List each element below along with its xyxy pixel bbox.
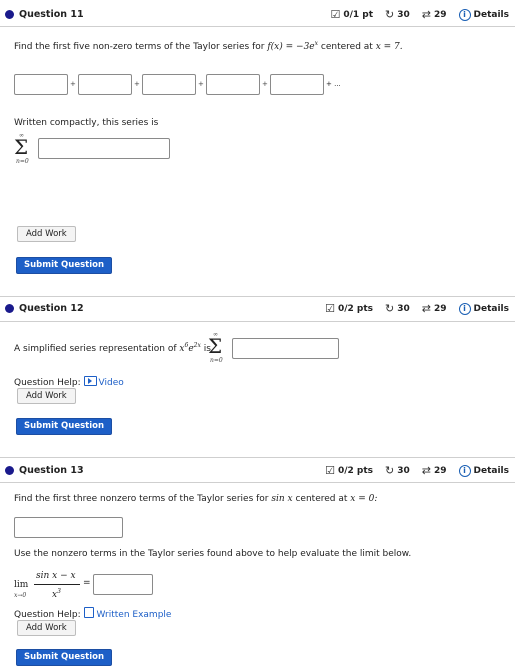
add-work-button[interactable]: Add Work — [17, 226, 76, 242]
redo-icon: ↻ — [385, 8, 395, 21]
sync-arrows-icon: ⇄ — [421, 8, 431, 21]
question-bullet-icon — [5, 10, 14, 19]
series-answer-input[interactable] — [232, 338, 339, 359]
details-link[interactable]: Details — [474, 10, 509, 20]
question-help: Question Help: Video — [14, 376, 124, 388]
redo-icon: ↻ — [385, 302, 395, 315]
equals-sign: = — [83, 578, 91, 588]
question-meta: ☑ 0/2 pts ↻ 30 ⇄ 29 i Details — [325, 464, 509, 477]
limit-subscript: x→0 — [14, 592, 27, 599]
add-work-button[interactable]: Add Work — [17, 388, 76, 404]
add-work-button[interactable]: Add Work — [17, 620, 76, 636]
plus-sign: + — [70, 80, 76, 88]
sigma-icon: Σ — [208, 334, 223, 358]
sum-lower: n=0 — [210, 357, 223, 364]
answer-term-2[interactable] — [78, 74, 132, 95]
clipboard-check-icon: ☑ — [325, 302, 335, 315]
question-prompt: Find the first five non-zero terms of th… — [14, 40, 403, 52]
question-11-header: Question 11 ☑ 0/1 pt ↻ 30 ⇄ 29 i Details — [0, 5, 515, 25]
plus-sign: + — [134, 80, 140, 88]
clipboard-check-icon: ☑ — [330, 8, 341, 21]
sigma-icon: Σ — [14, 135, 29, 159]
score-label: 0/2 pts — [337, 465, 374, 476]
question-title: Question 12 — [19, 303, 84, 314]
divider — [0, 482, 515, 483]
limit-answer-input[interactable] — [93, 574, 153, 595]
answer-term-3[interactable] — [142, 74, 196, 95]
video-icon — [83, 376, 97, 386]
submit-question-button[interactable]: Submit Question — [16, 257, 113, 274]
submit-question-button[interactable]: Submit Question — [16, 418, 113, 435]
attempts-count: 29 — [433, 303, 447, 314]
question-prompt: A simplified series representation of x6… — [14, 342, 211, 354]
question-bullet-icon — [5, 304, 14, 313]
question-meta: ☑ 0/2 pts ↻ 30 ⇄ 29 i Details — [325, 302, 509, 315]
info-icon[interactable]: i — [458, 8, 471, 21]
divider — [0, 26, 515, 27]
ellipsis: + ... — [326, 80, 341, 88]
attempts-count: 29 — [433, 465, 447, 476]
question-prompt: Find the first three nonzero terms of th… — [14, 494, 378, 504]
plus-sign: + — [262, 80, 268, 88]
question-bullet-icon — [5, 466, 14, 475]
answer-term-5[interactable] — [270, 74, 324, 95]
info-icon[interactable]: i — [458, 302, 471, 315]
answer-term-4[interactable] — [206, 74, 260, 95]
info-icon[interactable]: i — [458, 464, 471, 477]
series-answer-input[interactable] — [38, 138, 170, 159]
plus-sign: + — [198, 80, 204, 88]
video-link[interactable]: Video — [83, 376, 124, 388]
retries-count: 30 — [397, 9, 410, 20]
details-link[interactable]: Details — [474, 304, 509, 314]
redo-icon: ↻ — [385, 464, 395, 477]
attempts-count: 29 — [433, 9, 447, 20]
question-title: Question 11 — [19, 9, 84, 20]
details-link[interactable]: Details — [474, 466, 509, 476]
divider — [0, 296, 515, 297]
fraction-denominator: x3 — [52, 588, 61, 600]
limit-label: lim — [14, 580, 29, 590]
clipboard-check-icon: ☑ — [325, 464, 335, 477]
fraction-numerator: sin x − x — [36, 571, 76, 581]
document-icon — [83, 607, 94, 618]
submit-question-button[interactable]: Submit Question — [16, 649, 113, 666]
compact-label: Written compactly, this series is — [14, 118, 159, 128]
taylor-terms-input[interactable] — [14, 517, 123, 538]
score-label: 0/2 pts — [337, 303, 374, 314]
divider — [0, 321, 515, 322]
question-meta: ☑ 0/1 pt ↻ 30 ⇄ 29 i Details — [330, 8, 509, 21]
retries-count: 30 — [397, 465, 410, 476]
question-help: Question Help: Written Example — [14, 606, 171, 620]
sync-arrows-icon: ⇄ — [421, 464, 431, 477]
fraction-bar — [34, 584, 80, 585]
answer-term-1[interactable] — [14, 74, 68, 95]
written-example-link[interactable]: Written Example — [83, 607, 171, 620]
question-12-header: Question 12 ☑ 0/2 pts ↻ 30 ⇄ 29 i Detail… — [0, 299, 515, 319]
divider — [0, 457, 515, 458]
instruction-text: Use the nonzero terms in the Taylor seri… — [14, 549, 412, 559]
sum-lower: n=0 — [16, 158, 29, 165]
sync-arrows-icon: ⇄ — [421, 302, 431, 315]
question-title: Question 13 — [19, 465, 84, 476]
question-13-header: Question 13 ☑ 0/2 pts ↻ 30 ⇄ 29 i Detail… — [0, 461, 515, 481]
retries-count: 30 — [397, 303, 410, 314]
score-label: 0/1 pt — [343, 9, 374, 20]
